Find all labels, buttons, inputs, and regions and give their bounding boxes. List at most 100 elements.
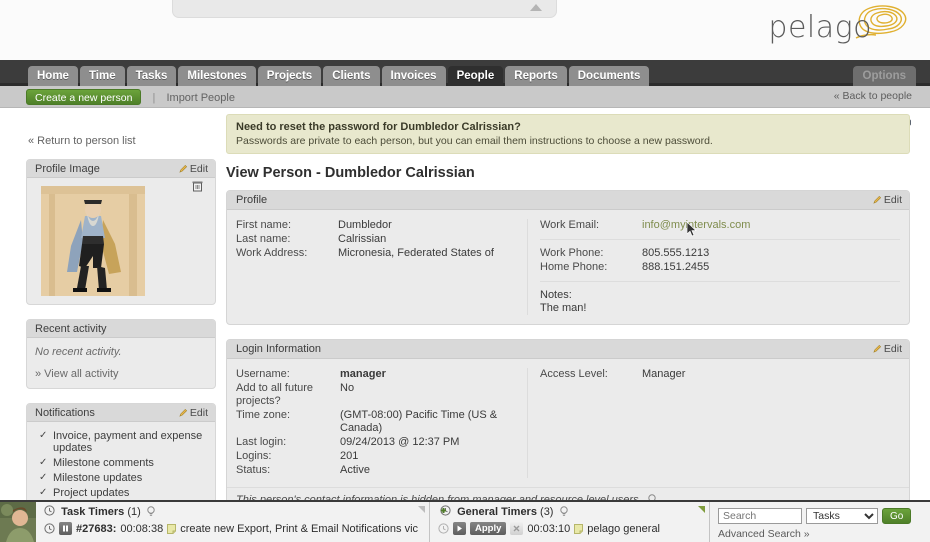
import-people-link[interactable]: Import People	[166, 92, 234, 104]
delete-timer-button[interactable]	[510, 522, 524, 535]
lightbulb-icon[interactable]	[559, 506, 568, 517]
search-scope-select[interactable]: TasksProjectsClientsPeople	[806, 508, 878, 524]
search-row: TasksProjectsClientsPeople Go	[718, 508, 930, 524]
task-timer-id[interactable]: #27683:	[76, 523, 116, 535]
field-value: Manager	[642, 368, 686, 380]
notification-item: ✓ Project updates	[39, 487, 207, 499]
field-row: Logins: 201	[236, 450, 527, 463]
notification-item: ✓ Milestone updates	[39, 472, 207, 484]
field-value: 888.151.2455	[642, 261, 710, 273]
profile-panel-header: Profile Edit	[227, 191, 909, 210]
work-email-value[interactable]: info@myintervals.com	[642, 219, 750, 232]
task-timers-panel: Task Timers (1) #27683: 00:08:38 create …	[36, 502, 430, 542]
general-timers-collapse-handle[interactable]	[698, 506, 705, 513]
field-label: Access Level:	[540, 368, 608, 380]
notification-item: ✓ Invoice, payment and expense updates	[39, 430, 207, 454]
collapsed-top-panel[interactable]	[172, 0, 557, 18]
field-value: Active	[340, 464, 370, 476]
general-timers-count: (3)	[540, 506, 554, 518]
field-row: Work Phone: 805.555.1213	[540, 247, 909, 260]
general-timer-time: 00:03:10	[527, 522, 571, 535]
timer-bar: Task Timers (1) #27683: 00:08:38 create …	[0, 500, 930, 542]
nav-tab-invoices[interactable]: Invoices	[381, 66, 446, 86]
trash-icon[interactable]	[192, 180, 203, 192]
profile-panel-edit-link[interactable]: Edit	[873, 191, 902, 210]
field-row: First name: Dumbledor	[236, 219, 527, 232]
view-all-activity-link[interactable]: » View all activity	[35, 368, 207, 380]
nav-tab-people[interactable]: People	[447, 66, 504, 86]
notifications-edit-link[interactable]: Edit	[179, 404, 208, 422]
pause-timer-button[interactable]	[59, 522, 72, 535]
options-button[interactable]: Options	[852, 66, 916, 86]
general-timers-title: General Timers	[457, 506, 537, 518]
field-row: Add to all future projects? No	[236, 382, 527, 408]
general-timers-header: General Timers (3)	[438, 505, 703, 519]
recent-activity-card-header: Recent activity	[27, 320, 215, 338]
profile-panel-title: Profile	[236, 194, 268, 206]
general-timer-row: Apply 00:03:10 pelago general	[438, 522, 703, 535]
profile-image-edit-link[interactable]: Edit	[179, 160, 208, 178]
field-value: manager	[340, 368, 386, 380]
task-timer-description[interactable]: create new Export, Print & Email Notific…	[180, 523, 418, 535]
lightbulb-icon[interactable]	[147, 506, 155, 517]
search-go-button[interactable]: Go	[882, 508, 912, 524]
note-icon[interactable]	[167, 523, 177, 534]
clock-icon[interactable]	[44, 523, 55, 534]
clock-icon[interactable]	[438, 523, 449, 534]
task-timers-collapse-handle[interactable]	[418, 506, 425, 513]
notes-value: The man!	[540, 302, 587, 314]
field-row: Access Level: Manager	[540, 368, 909, 381]
profile-panel-edit-label: Edit	[883, 194, 902, 206]
notification-label: Invoice, payment and expense updates	[53, 430, 203, 454]
back-to-people-link[interactable]: « Back to people	[834, 90, 912, 102]
page-title: View Person - Dumbledor Calrissian	[226, 165, 475, 181]
user-avatar[interactable]	[0, 502, 36, 542]
nav-tab-documents[interactable]: Documents	[568, 66, 650, 86]
apply-timer-button[interactable]: Apply	[470, 522, 507, 535]
notification-label: Milestone comments	[53, 457, 154, 469]
notes-label: Notes:	[540, 289, 572, 301]
nav-tab-clients[interactable]: Clients	[323, 66, 380, 86]
start-timer-button[interactable]	[453, 522, 466, 535]
nav-tab-milestones[interactable]: Milestones	[178, 66, 256, 86]
create-new-person-button[interactable]: Create a new person	[26, 89, 142, 105]
nav-tab-home[interactable]: Home	[28, 66, 78, 86]
field-label: Last login:	[236, 436, 287, 448]
advanced-search-link[interactable]: Advanced Search »	[718, 528, 930, 540]
pencil-icon	[179, 164, 187, 173]
field-label: Time zone:	[236, 409, 291, 421]
field-value: (GMT-08:00) Pacific Time (US & Canada)	[340, 409, 498, 434]
add-timer-icon[interactable]	[438, 505, 451, 517]
notifications-edit-label: Edit	[189, 407, 208, 419]
note-icon[interactable]	[574, 523, 584, 534]
field-label: Add to all future projects?	[236, 382, 314, 407]
chevron-up-icon[interactable]	[530, 4, 542, 11]
field-row: Time zone: (GMT-08:00) Pacific Time (US &…	[236, 409, 527, 435]
nav-tab-tasks[interactable]: Tasks	[126, 66, 177, 86]
subbar-separator: |	[152, 92, 156, 104]
page-content: « Return to person list Profile Image Ed…	[0, 108, 930, 542]
profile-image-body	[27, 178, 215, 304]
login-panel-title: Login Information	[236, 343, 321, 355]
recent-activity-empty: No recent activity.	[35, 346, 122, 358]
nav-tab-projects[interactable]: Projects	[257, 66, 322, 86]
profile-panel-body: First name: Dumbledor Last name: Calrissian…	[227, 210, 909, 324]
field-label: Username:	[236, 368, 290, 380]
close-icon	[513, 525, 520, 532]
pencil-icon	[179, 408, 187, 417]
divider	[540, 281, 900, 282]
work-email-field: Work Email: info@myintervals.com	[540, 219, 909, 232]
work-email-label: Work Email:	[540, 219, 600, 231]
profile-image-card: Profile Image Edit	[26, 159, 216, 305]
notification-label: Milestone updates	[53, 472, 143, 484]
nav-tab-reports[interactable]: Reports	[505, 66, 567, 86]
general-timer-description[interactable]: pelago general	[587, 523, 660, 535]
nav-tab-time[interactable]: Time	[79, 66, 125, 86]
field-value: Dumbledor	[338, 219, 392, 231]
field-row: Username: manager	[236, 368, 527, 381]
profile-right-fields: Work Email: info@myintervals.com Work Ph…	[527, 219, 909, 315]
login-panel-edit-link[interactable]: Edit	[873, 340, 902, 359]
search-input[interactable]	[718, 508, 802, 524]
check-icon: ✓	[39, 430, 48, 441]
return-to-person-list-link[interactable]: « Return to person list	[28, 135, 216, 147]
